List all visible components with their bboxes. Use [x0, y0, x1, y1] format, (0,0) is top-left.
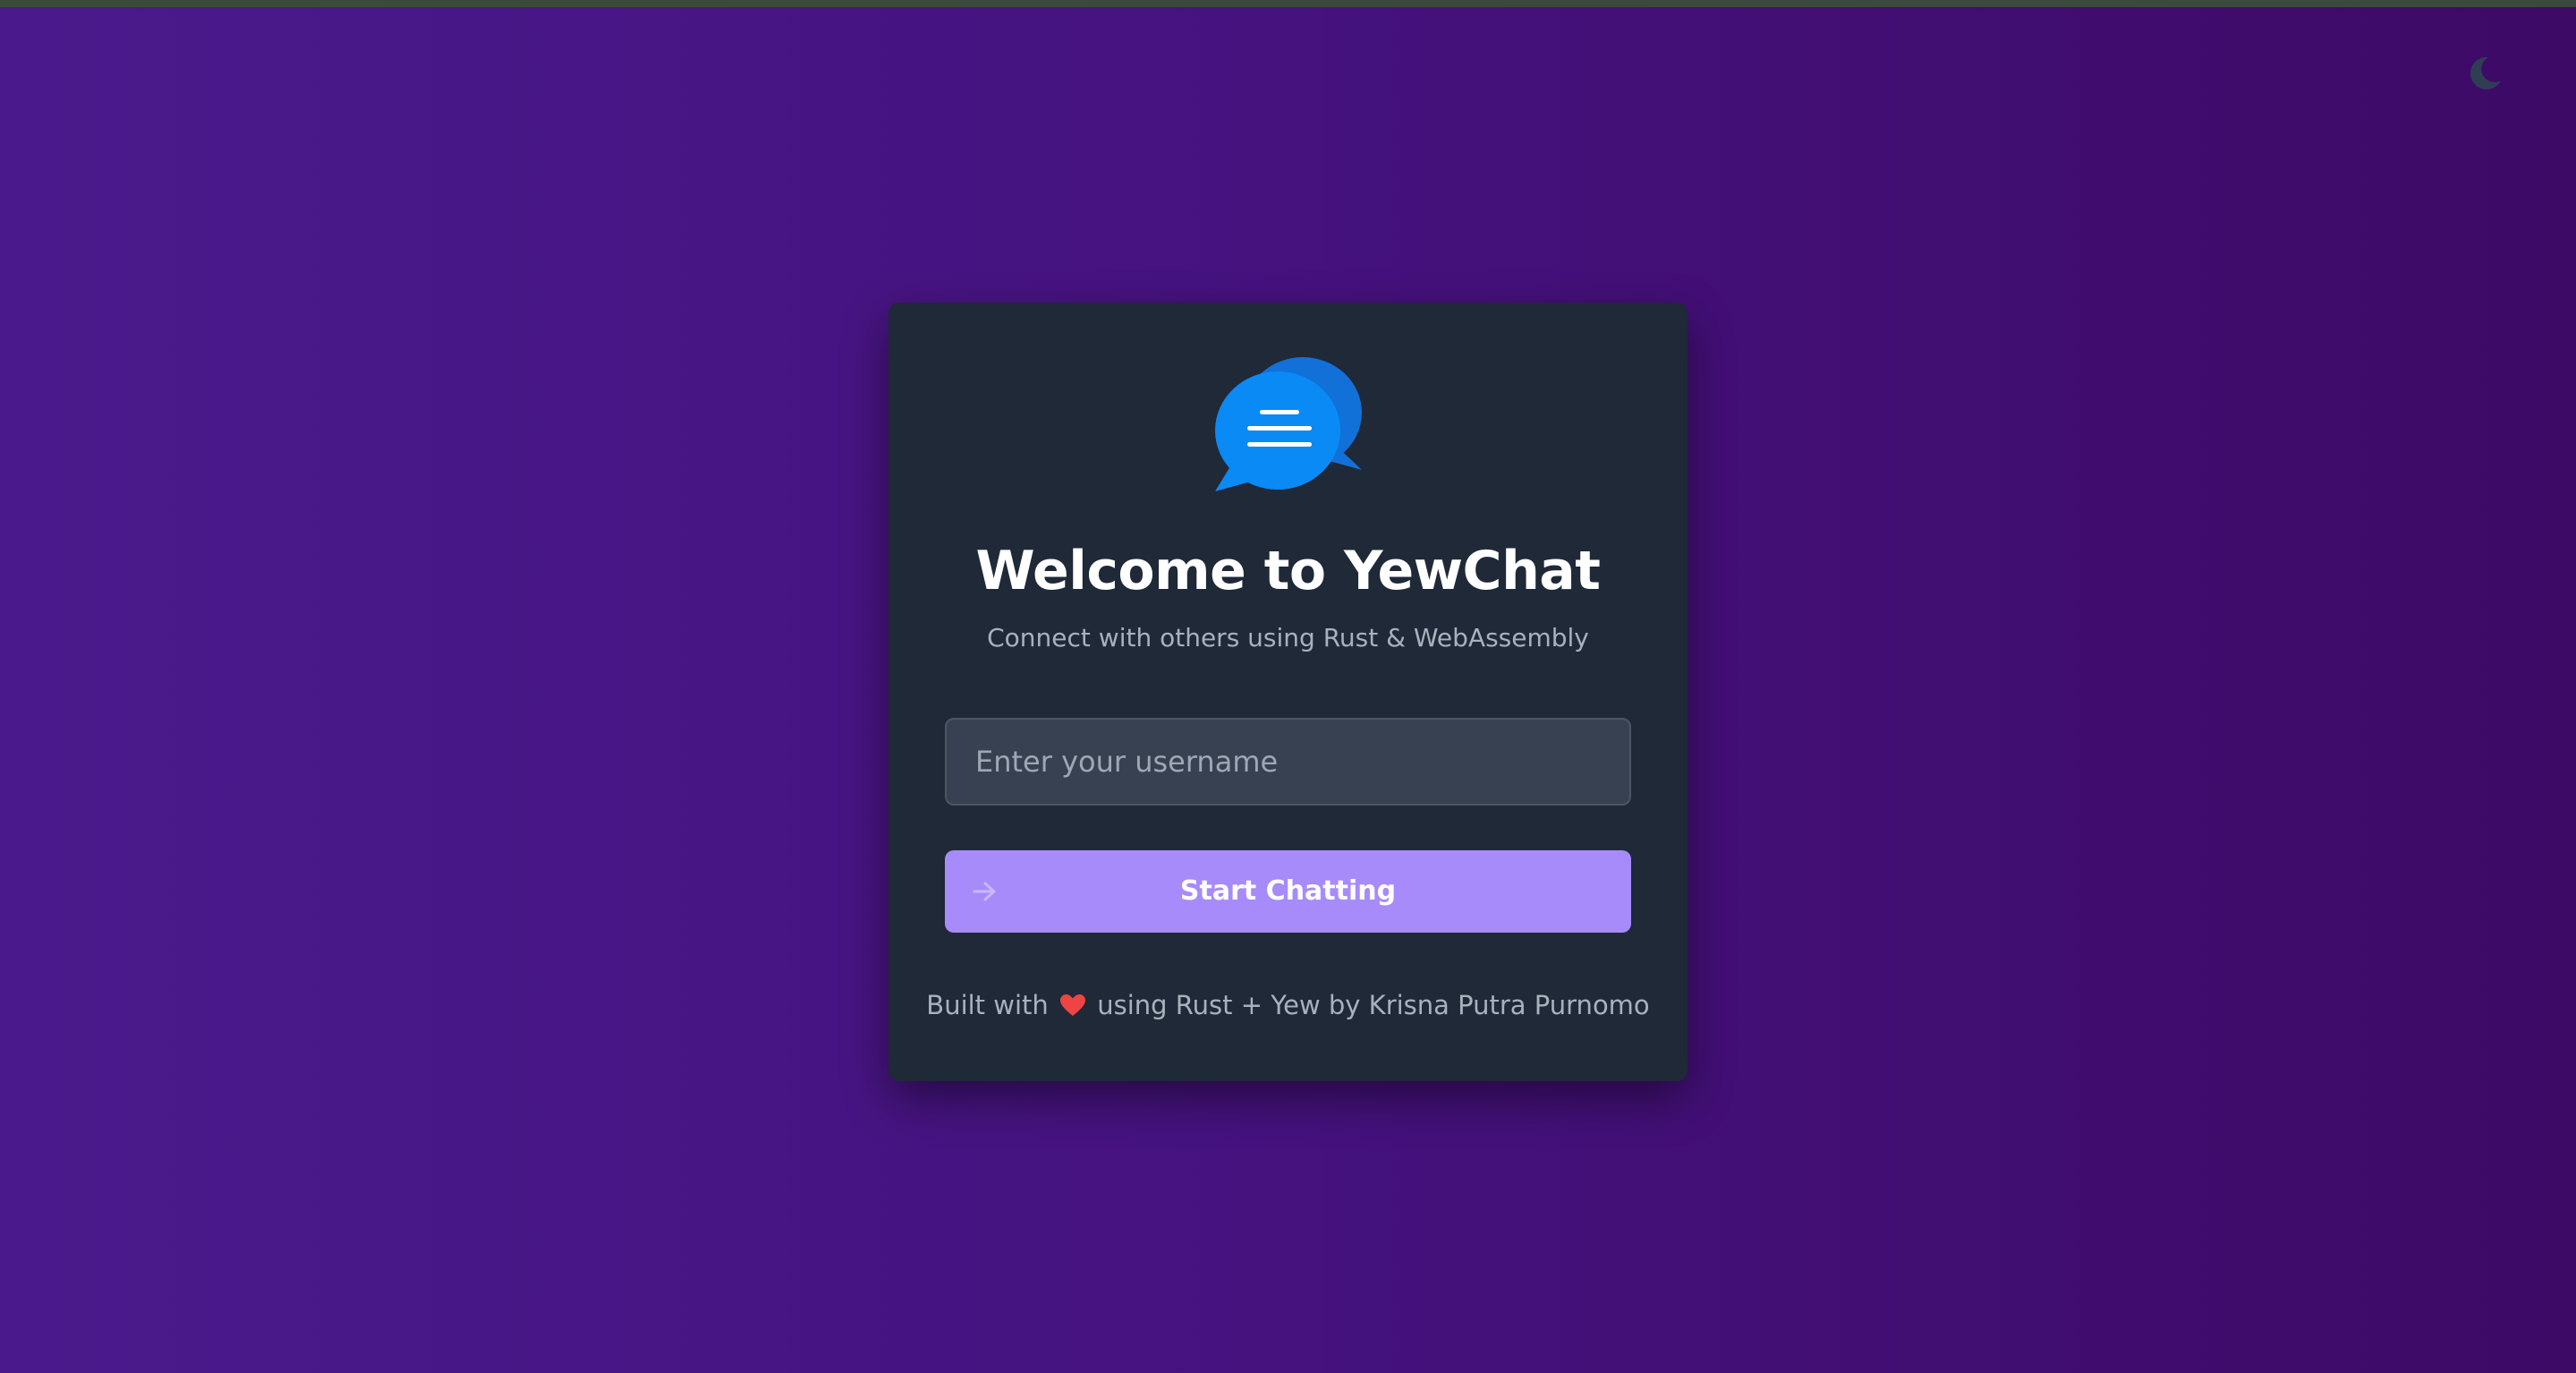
- heart-icon: [1060, 994, 1086, 1016]
- login-card: Welcome to YewChat Connect with others u…: [888, 303, 1688, 1081]
- page-subtitle: Connect with others using Rust & WebAsse…: [987, 623, 1589, 652]
- top-border: [0, 0, 2576, 7]
- username-input[interactable]: [945, 718, 1631, 806]
- theme-toggle-button[interactable]: [2461, 50, 2506, 95]
- footer-credit: Built with using Rust + Yew by Krisna Pu…: [888, 990, 1688, 1020]
- page-title: Welcome to YewChat: [975, 540, 1601, 602]
- start-chatting-button[interactable]: Start Chatting: [945, 850, 1631, 933]
- footer-prefix: Built with: [926, 990, 1049, 1020]
- footer-suffix: using Rust + Yew by Krisna Putra Purnomo: [1097, 990, 1650, 1020]
- moon-icon: [2470, 56, 2501, 90]
- start-chatting-label: Start Chatting: [1179, 875, 1397, 907]
- chat-bubbles-icon: [1215, 352, 1367, 495]
